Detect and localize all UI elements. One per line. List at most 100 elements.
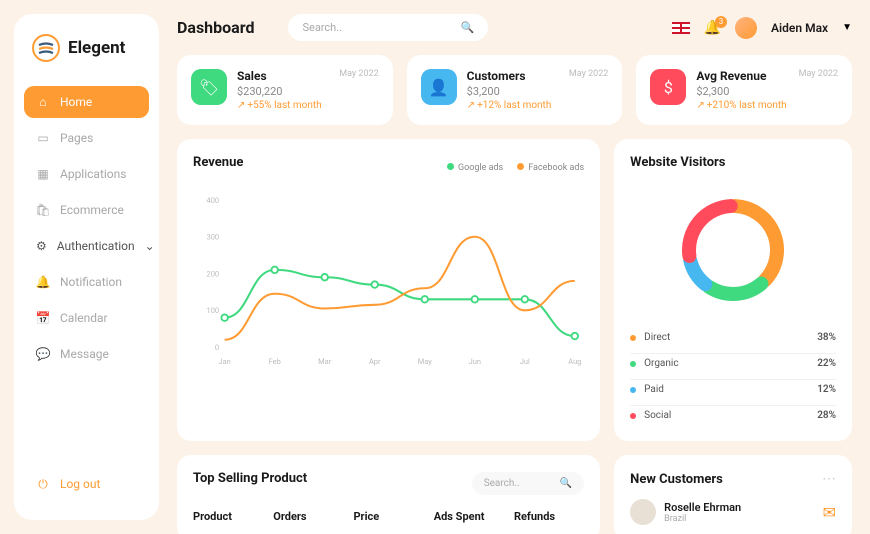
ecommerce-icon: 🛍 xyxy=(36,203,50,217)
stat-card-revenue[interactable]: $ Avg Revenue $2,300 ↗+210% last month M… xyxy=(636,55,852,125)
visitors-panel: Website Visitors Direct38% Organic 22% Paid… xyxy=(614,139,852,441)
visitor-row: Direct38% xyxy=(630,328,836,347)
stat-date: May 2022 xyxy=(799,69,838,79)
svg-text:May: May xyxy=(418,357,432,366)
sidebar-item-calendar[interactable]: 📅 Calendar xyxy=(24,302,149,334)
search-input[interactable]: Search.. 🔍 xyxy=(288,14,488,41)
visitor-value: 38% xyxy=(817,332,836,343)
message-icon: 💬 xyxy=(36,347,50,361)
notification-bell[interactable]: 🔔3 xyxy=(704,20,721,36)
svg-text:Jun: Jun xyxy=(469,357,481,366)
visitor-label: Organic xyxy=(644,358,678,369)
customer-name: Roselle Ehrman xyxy=(664,501,741,514)
calendar-icon: 📅 xyxy=(36,311,50,325)
visitor-row: Social 28% xyxy=(630,405,836,425)
svg-text:Apr: Apr xyxy=(369,357,381,366)
arrow-up-icon: ↗ xyxy=(696,100,704,111)
visitor-value: 28% xyxy=(817,410,836,421)
visitor-dot xyxy=(630,361,636,367)
notif-icon: 🔔 xyxy=(36,275,50,289)
stat-title: Avg Revenue xyxy=(696,69,786,83)
th-ads: Ads Spent xyxy=(434,510,504,523)
sidebar-item-label: Authentication xyxy=(57,239,135,253)
customer-sub: Brazil xyxy=(664,514,741,524)
sidebar-item-label: Message xyxy=(60,347,109,361)
user-icon: 👤 xyxy=(421,69,457,105)
more-icon[interactable]: ⋯ xyxy=(822,471,836,487)
svg-text:200: 200 xyxy=(207,269,220,278)
stat-cards-row: 🏷 Sales $230,220 ↗+55% last month May 20… xyxy=(177,55,852,125)
main-content: Dashboard Search.. 🔍 🔔3 Aiden Max ▼ 🏷 Sa… xyxy=(159,0,870,534)
sidebar-item-label: Home xyxy=(60,95,92,109)
revenue-title: Revenue xyxy=(193,155,243,170)
bottom-row: Top Selling Product Search.. 🔍 Product O… xyxy=(177,455,852,534)
page-title: Dashboard xyxy=(177,18,254,37)
visitor-dot xyxy=(630,335,636,341)
notification-badge: 3 xyxy=(715,16,727,28)
svg-text:Mar: Mar xyxy=(318,357,332,366)
search-icon: 🔍 xyxy=(560,478,572,489)
sidebar-item-ecommerce[interactable]: 🛍 Ecommerce xyxy=(24,194,149,226)
svg-text:300: 300 xyxy=(207,233,220,242)
username: Aiden Max xyxy=(771,21,828,35)
stat-change: ↗+210% last month xyxy=(696,100,786,111)
legend-dot xyxy=(517,163,524,170)
sidebar-item-label: Calendar xyxy=(60,311,108,325)
stat-change: ↗+55% last month xyxy=(237,100,322,111)
selling-table-head: Product Orders Price Ads Spent Refunds xyxy=(193,510,584,523)
svg-text:Aug: Aug xyxy=(568,357,581,366)
visitor-label: Social xyxy=(644,410,671,421)
user-menu-caret[interactable]: ▼ xyxy=(842,22,852,33)
visitors-title: Website Visitors xyxy=(630,155,836,170)
selling-search[interactable]: Search.. 🔍 xyxy=(472,472,584,495)
th-product: Product xyxy=(193,510,263,523)
sidebar-item-pages[interactable]: ▭ Pages xyxy=(24,122,149,154)
search-placeholder: Search.. xyxy=(484,478,520,489)
search-icon: 🔍 xyxy=(461,21,475,34)
arrow-up-icon: ↗ xyxy=(467,100,475,111)
stat-card-sales[interactable]: 🏷 Sales $230,220 ↗+55% last month May 20… xyxy=(177,55,393,125)
logout-button[interactable]: ⏻ Log out xyxy=(24,468,149,500)
visitors-donut xyxy=(673,190,793,310)
flag-icon[interactable] xyxy=(672,22,690,34)
stat-card-customers[interactable]: 👤 Customers $3,200 ↗+12% last month May … xyxy=(407,55,623,125)
visitor-dot xyxy=(630,413,636,419)
sidebar-item-label: Pages xyxy=(60,131,93,145)
visitor-row: Organic 22% xyxy=(630,353,836,373)
svg-text:400: 400 xyxy=(207,196,220,205)
revenue-chart: 0100200300400JanFebMarAprMayJunJulAug xyxy=(193,186,584,376)
sidebar-item-home[interactable]: ⌂ Home xyxy=(24,86,149,118)
logout-icon: ⏻ xyxy=(36,477,50,491)
visitor-value: 22% xyxy=(817,358,836,369)
visitor-dot xyxy=(630,387,636,393)
customers-title: New Customers xyxy=(630,472,723,487)
visitor-label: Paid xyxy=(644,384,664,395)
svg-text:Jul: Jul xyxy=(520,357,530,366)
brand-logo[interactable]: Elegent xyxy=(24,34,149,86)
chart-legend: Google ads Facebook ads xyxy=(447,163,584,173)
chevron-down-icon: ⌄ xyxy=(145,239,155,253)
stat-value: $3,200 xyxy=(467,85,552,98)
legend-dot xyxy=(447,163,454,170)
tag-icon: 🏷 xyxy=(191,69,227,105)
th-orders: Orders xyxy=(273,510,343,523)
svg-text:Feb: Feb xyxy=(269,357,281,366)
customer-row[interactable]: Roselle Ehrman Brazil ✉ xyxy=(630,499,836,525)
avatar[interactable] xyxy=(735,17,757,39)
message-icon[interactable]: ✉ xyxy=(823,503,836,522)
topbar-right: 🔔3 Aiden Max ▼ xyxy=(672,17,852,39)
brand-icon xyxy=(32,34,60,62)
sidebar-item-applications[interactable]: ▦ Applications xyxy=(24,158,149,190)
stat-title: Customers xyxy=(467,69,552,83)
sidebar-item-label: Applications xyxy=(60,167,126,181)
visitor-row: Paid12% xyxy=(630,379,836,399)
sidebar-item-notification[interactable]: 🔔 Notification xyxy=(24,266,149,298)
sidebar-item-authentication[interactable]: ⚙ Authentication ⌄ xyxy=(24,230,149,262)
sidebar-item-label: Notification xyxy=(60,275,122,289)
sidebar-item-message[interactable]: 💬 Message xyxy=(24,338,149,370)
apps-icon: ▦ xyxy=(36,167,50,181)
stat-value: $2,300 xyxy=(696,85,786,98)
topbar: Dashboard Search.. 🔍 🔔3 Aiden Max ▼ xyxy=(177,14,852,41)
arrow-up-icon: ↗ xyxy=(237,100,245,111)
stat-title: Sales xyxy=(237,69,322,83)
